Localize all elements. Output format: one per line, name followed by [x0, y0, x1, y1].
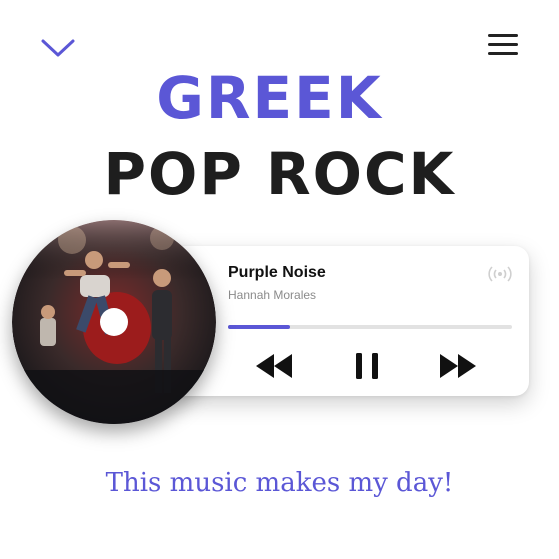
title-line-1: GREEK [156, 64, 383, 132]
track-artist: Hannah Morales [228, 288, 317, 302]
title-line-2: POP ROCK [103, 140, 456, 208]
player-card: Purple Noise Hannah Morales [168, 246, 529, 396]
hamburger-menu-icon[interactable] [488, 34, 518, 60]
tagline: This music makes my day! [105, 468, 454, 498]
progress-fill [228, 325, 291, 329]
chevron-down-icon[interactable] [40, 36, 76, 60]
progress-bar[interactable] [228, 325, 512, 329]
broadcast-icon[interactable] [487, 264, 513, 284]
track-title: Purple Noise [228, 264, 326, 281]
rewind-icon[interactable] [254, 351, 294, 381]
fast-forward-icon[interactable] [438, 351, 478, 381]
album-art-disc[interactable] [12, 220, 216, 424]
pause-icon[interactable] [354, 351, 380, 381]
